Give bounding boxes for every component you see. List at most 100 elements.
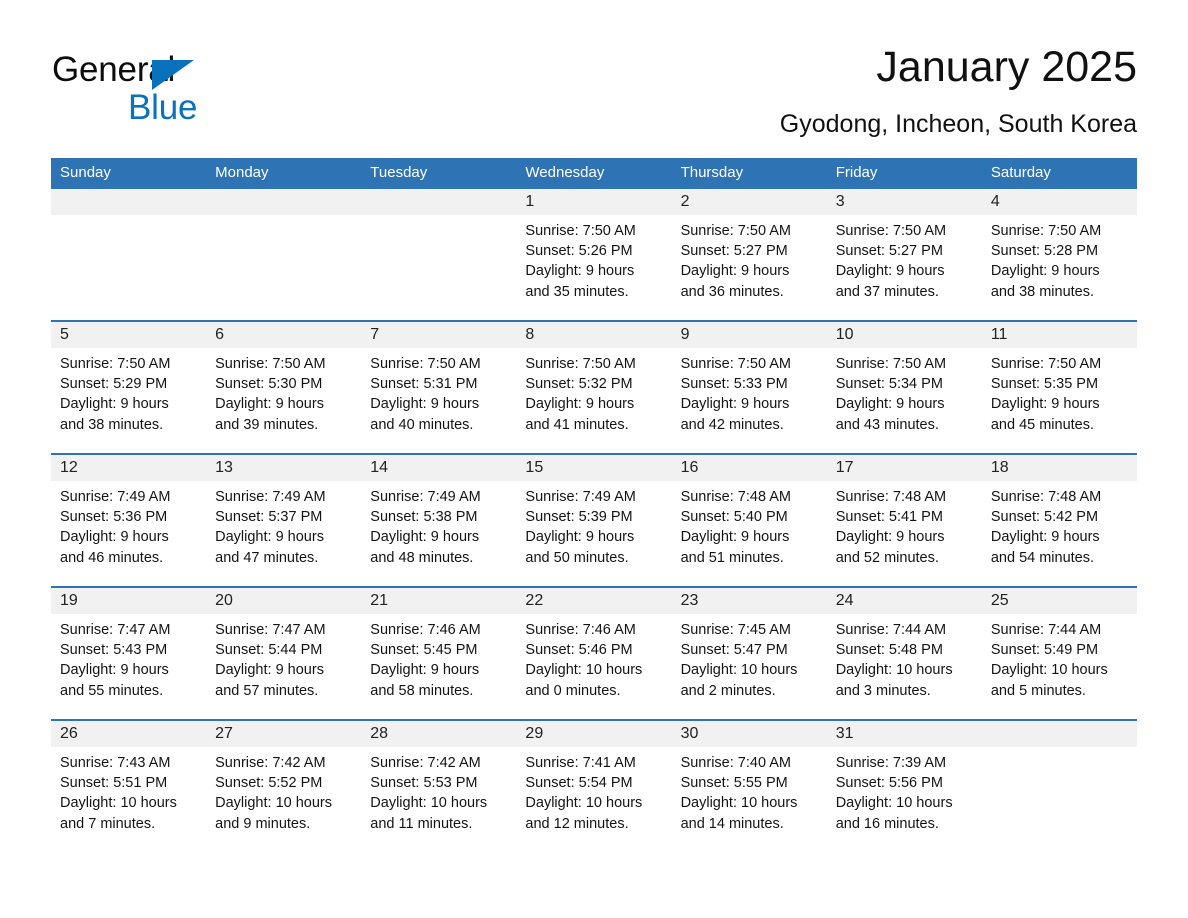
- day-number: [51, 189, 207, 215]
- calendar-day-cell[interactable]: 8 Sunrise: 7:50 AM Sunset: 5:32 PM Dayli…: [516, 322, 672, 453]
- day-details: [982, 747, 1137, 753]
- daylight-text-line1: Daylight: 10 hours: [525, 795, 643, 812]
- sunset-text: Sunset: 5:31 PM: [370, 376, 478, 393]
- day-details: Sunrise: 7:50 AM Sunset: 5:34 PM Dayligh…: [827, 348, 982, 435]
- daylight-text-line1: Daylight: 9 hours: [835, 529, 945, 546]
- daylight-text-line1: Daylight: 9 hours: [680, 529, 790, 546]
- weekday-header-thursday: Thursday: [680, 164, 744, 181]
- day-number: 2: [671, 189, 827, 215]
- day-number: 25: [981, 588, 1137, 614]
- sunrise-text: Sunrise: 7:45 AM: [680, 622, 791, 638]
- calendar-day-cell[interactable]: 24 Sunrise: 7:44 AM Sunset: 5:48 PM Dayl…: [826, 588, 982, 719]
- calendar-day-cell[interactable]: 20 Sunrise: 7:47 AM Sunset: 5:44 PM Dayl…: [206, 588, 362, 719]
- sunset-text: Sunset: 5:37 PM: [215, 509, 323, 526]
- calendar-day-cell[interactable]: 15 Sunrise: 7:49 AM Sunset: 5:39 PM Dayl…: [516, 455, 672, 586]
- daylight-text-line2: and 45 minutes.: [990, 416, 1095, 433]
- calendar-day-cell[interactable]: 16 Sunrise: 7:48 AM Sunset: 5:40 PM Dayl…: [671, 455, 827, 586]
- daylight-text-line2: and 3 minutes.: [835, 682, 931, 699]
- sunset-text: Sunset: 5:26 PM: [525, 243, 633, 260]
- day-details: Sunrise: 7:43 AM Sunset: 5:51 PM Dayligh…: [51, 747, 206, 834]
- calendar-day-cell[interactable]: 11 Sunrise: 7:50 AM Sunset: 5:35 PM Dayl…: [981, 322, 1137, 453]
- day-number: [981, 721, 1137, 747]
- calendar-day-cell[interactable]: 22 Sunrise: 7:46 AM Sunset: 5:46 PM Dayl…: [516, 588, 672, 719]
- daylight-text-line1: Daylight: 9 hours: [680, 396, 790, 413]
- calendar-day-cell[interactable]: 18 Sunrise: 7:48 AM Sunset: 5:42 PM Dayl…: [981, 455, 1137, 586]
- sunset-text: Sunset: 5:33 PM: [680, 376, 788, 393]
- calendar-day-cell[interactable]: 6 Sunrise: 7:50 AM Sunset: 5:30 PM Dayli…: [206, 322, 362, 453]
- calendar-day-cell[interactable]: 2 Sunrise: 7:50 AM Sunset: 5:27 PM Dayli…: [671, 189, 827, 320]
- calendar-week-row: 1 Sunrise: 7:50 AM Sunset: 5:26 PM Dayli…: [51, 187, 1137, 320]
- sunrise-text: Sunrise: 7:48 AM: [835, 489, 947, 505]
- sunrise-text: Sunrise: 7:44 AM: [835, 622, 947, 638]
- calendar-day-cell[interactable]: [51, 189, 207, 320]
- sunrise-text: Sunrise: 7:42 AM: [215, 755, 326, 771]
- calendar-day-cell[interactable]: 29 Sunrise: 7:41 AM Sunset: 5:54 PM Dayl…: [516, 721, 672, 852]
- calendar-day-cell[interactable]: 31 Sunrise: 7:39 AM Sunset: 5:56 PM Dayl…: [826, 721, 982, 852]
- sunset-text: Sunset: 5:46 PM: [525, 642, 633, 659]
- calendar-day-cell[interactable]: 27 Sunrise: 7:42 AM Sunset: 5:52 PM Dayl…: [206, 721, 362, 852]
- calendar-page: General Blue January 2025 Gyodong, Inche…: [0, 0, 1188, 918]
- calendar-day-cell[interactable]: [361, 189, 517, 320]
- general-blue-logo[interactable]: General Blue: [52, 50, 312, 130]
- sunset-text: Sunset: 5:49 PM: [990, 642, 1099, 659]
- calendar-day-cell[interactable]: [981, 721, 1137, 852]
- daylight-text-line1: Daylight: 9 hours: [60, 662, 169, 679]
- daylight-text-line2: and 35 minutes.: [525, 283, 629, 300]
- calendar-week-row: 26 Sunrise: 7:43 AM Sunset: 5:51 PM Dayl…: [51, 719, 1137, 852]
- daylight-text-line2: and 55 minutes.: [60, 682, 164, 699]
- sunrise-text: Sunrise: 7:50 AM: [525, 223, 636, 239]
- calendar-day-cell[interactable]: 4 Sunrise: 7:50 AM Sunset: 5:28 PM Dayli…: [981, 189, 1137, 320]
- day-details: Sunrise: 7:42 AM Sunset: 5:52 PM Dayligh…: [206, 747, 361, 834]
- calendar-day-cell[interactable]: 14 Sunrise: 7:49 AM Sunset: 5:38 PM Dayl…: [361, 455, 517, 586]
- daylight-text-line1: Daylight: 9 hours: [525, 529, 635, 546]
- day-number: 9: [671, 322, 827, 348]
- daylight-text-line2: and 52 minutes.: [835, 549, 939, 566]
- weekday-header-row: Sunday Monday Tuesday Wednesday Thursday…: [51, 158, 1137, 187]
- calendar-day-cell[interactable]: 23 Sunrise: 7:45 AM Sunset: 5:47 PM Dayl…: [671, 588, 827, 719]
- calendar-day-cell[interactable]: 12 Sunrise: 7:49 AM Sunset: 5:36 PM Dayl…: [51, 455, 207, 586]
- daylight-text-line2: and 46 minutes.: [60, 549, 164, 566]
- daylight-text-line2: and 11 minutes.: [370, 815, 473, 832]
- page-title: January 2025: [876, 43, 1137, 91]
- sunrise-text: Sunrise: 7:50 AM: [680, 356, 791, 372]
- sunrise-text: Sunrise: 7:50 AM: [835, 223, 947, 239]
- day-number: 22: [516, 588, 672, 614]
- sunrise-text: Sunrise: 7:41 AM: [525, 755, 636, 771]
- sunrise-text: Sunrise: 7:50 AM: [680, 223, 791, 239]
- daylight-text-line2: and 57 minutes.: [215, 682, 319, 699]
- calendar-day-cell[interactable]: 7 Sunrise: 7:50 AM Sunset: 5:31 PM Dayli…: [361, 322, 517, 453]
- calendar-week-row: 5 Sunrise: 7:50 AM Sunset: 5:29 PM Dayli…: [51, 320, 1137, 453]
- calendar-day-cell[interactable]: 13 Sunrise: 7:49 AM Sunset: 5:37 PM Dayl…: [206, 455, 362, 586]
- daylight-text-line1: Daylight: 9 hours: [215, 396, 324, 413]
- daylight-text-line2: and 48 minutes.: [370, 549, 474, 566]
- calendar-day-cell[interactable]: 1 Sunrise: 7:50 AM Sunset: 5:26 PM Dayli…: [516, 189, 672, 320]
- sunset-text: Sunset: 5:41 PM: [835, 509, 943, 526]
- calendar-day-cell[interactable]: [206, 189, 362, 320]
- calendar-day-cell[interactable]: 3 Sunrise: 7:50 AM Sunset: 5:27 PM Dayli…: [826, 189, 982, 320]
- calendar-table: Sunday Monday Tuesday Wednesday Thursday…: [51, 158, 1137, 852]
- daylight-text-line1: Daylight: 9 hours: [525, 396, 635, 413]
- calendar-day-cell[interactable]: 25 Sunrise: 7:44 AM Sunset: 5:49 PM Dayl…: [981, 588, 1137, 719]
- sunrise-text: Sunrise: 7:48 AM: [990, 489, 1102, 505]
- weekday-header-friday: Friday: [835, 164, 878, 181]
- day-number: 5: [51, 322, 207, 348]
- calendar-day-cell[interactable]: 5 Sunrise: 7:50 AM Sunset: 5:29 PM Dayli…: [51, 322, 207, 453]
- day-details: Sunrise: 7:50 AM Sunset: 5:31 PM Dayligh…: [361, 348, 516, 435]
- calendar-day-cell[interactable]: 26 Sunrise: 7:43 AM Sunset: 5:51 PM Dayl…: [51, 721, 207, 852]
- daylight-text-line1: Daylight: 9 hours: [370, 396, 480, 413]
- calendar-day-cell[interactable]: 19 Sunrise: 7:47 AM Sunset: 5:43 PM Dayl…: [51, 588, 207, 719]
- daylight-text-line1: Daylight: 9 hours: [60, 396, 169, 413]
- calendar-day-cell[interactable]: 17 Sunrise: 7:48 AM Sunset: 5:41 PM Dayl…: [826, 455, 982, 586]
- calendar-day-cell[interactable]: 28 Sunrise: 7:42 AM Sunset: 5:53 PM Dayl…: [361, 721, 517, 852]
- sunrise-text: Sunrise: 7:47 AM: [60, 622, 171, 638]
- day-details: Sunrise: 7:49 AM Sunset: 5:37 PM Dayligh…: [206, 481, 361, 568]
- day-details: Sunrise: 7:50 AM Sunset: 5:32 PM Dayligh…: [516, 348, 671, 435]
- daylight-text-line2: and 7 minutes.: [60, 815, 156, 832]
- sunrise-text: Sunrise: 7:47 AM: [215, 622, 326, 638]
- calendar-day-cell[interactable]: 21 Sunrise: 7:46 AM Sunset: 5:45 PM Dayl…: [361, 588, 517, 719]
- calendar-day-cell[interactable]: 30 Sunrise: 7:40 AM Sunset: 5:55 PM Dayl…: [671, 721, 827, 852]
- calendar-day-cell[interactable]: 10 Sunrise: 7:50 AM Sunset: 5:34 PM Dayl…: [826, 322, 982, 453]
- weekday-header-tuesday: Tuesday: [370, 164, 428, 181]
- day-details: [51, 215, 206, 221]
- calendar-day-cell[interactable]: 9 Sunrise: 7:50 AM Sunset: 5:33 PM Dayli…: [671, 322, 827, 453]
